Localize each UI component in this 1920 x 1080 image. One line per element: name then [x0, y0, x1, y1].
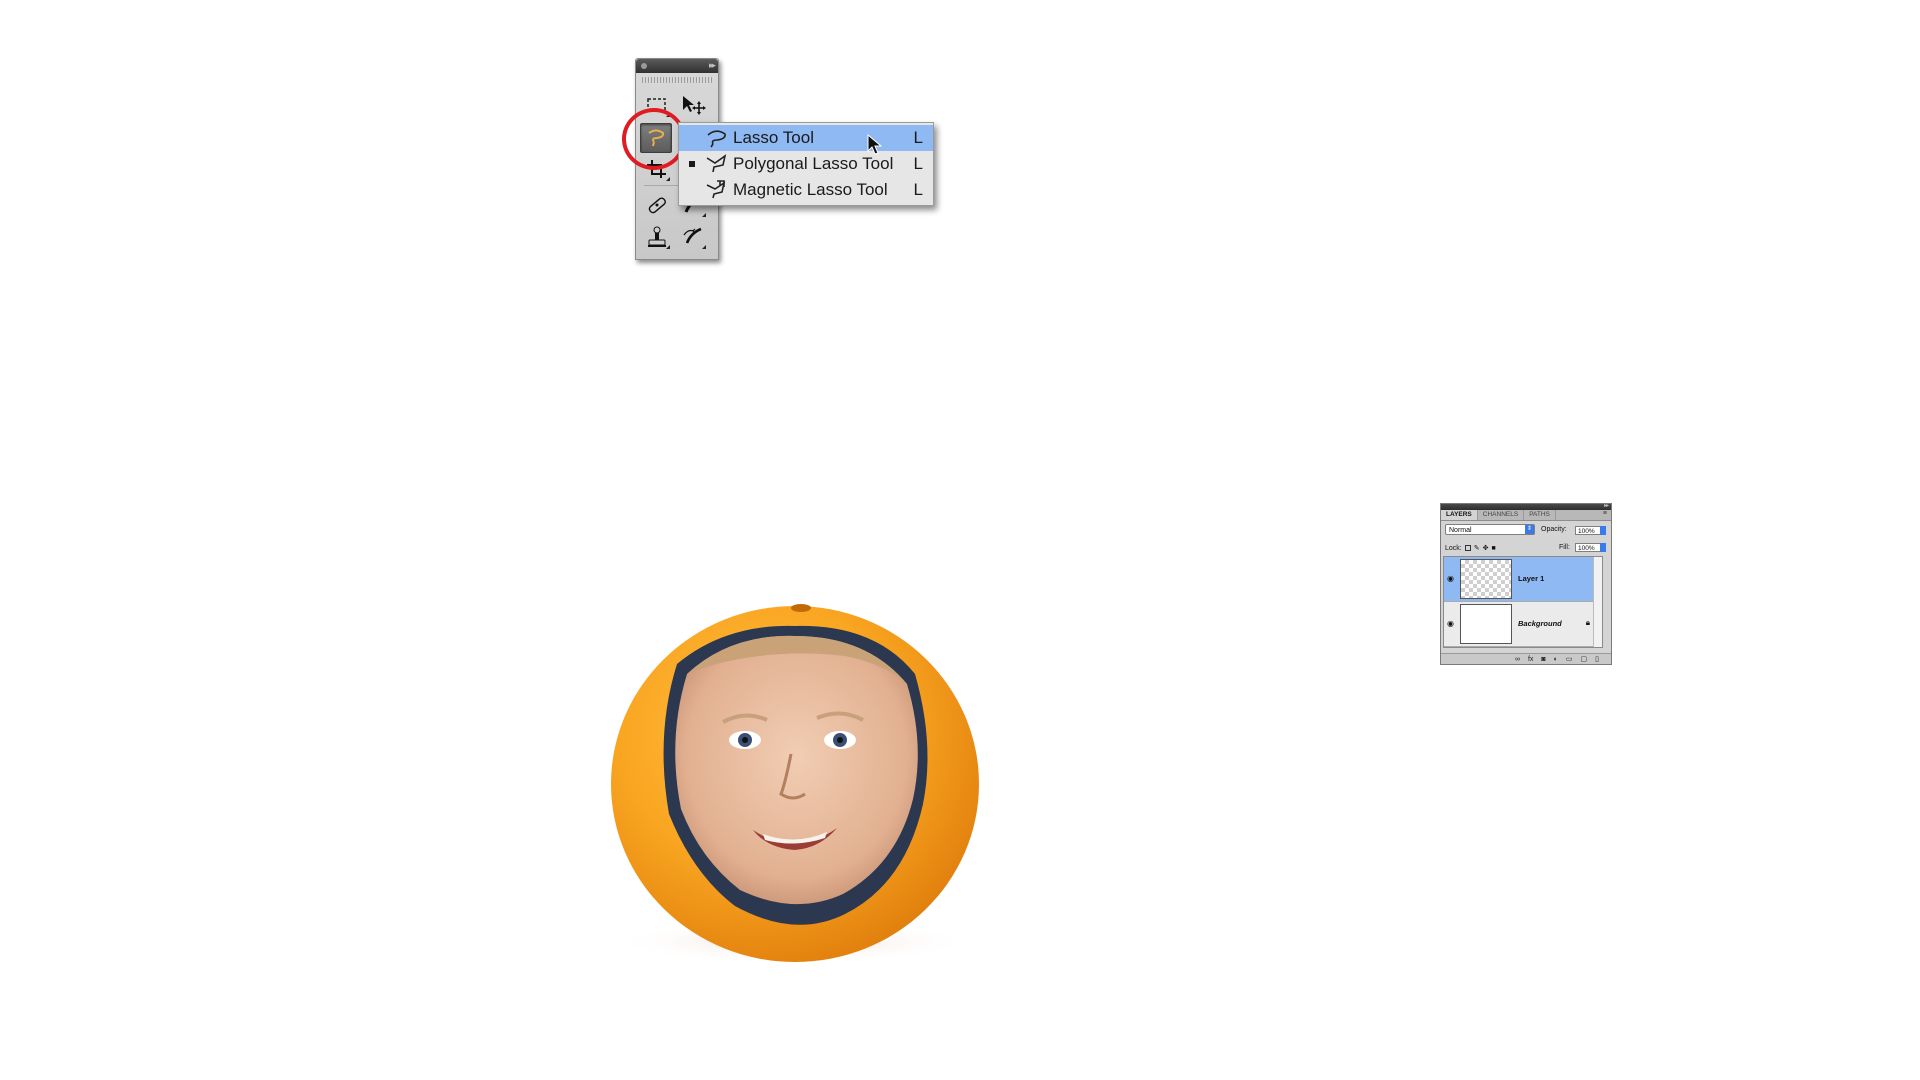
- tab-channels[interactable]: CHANNELS: [1478, 510, 1525, 520]
- submenu-indicator-icon: [702, 213, 706, 217]
- layer-thumbnail: [1460, 604, 1512, 644]
- submenu-indicator-icon: [666, 245, 670, 249]
- lock-row: Lock: ✎ ✥ ■: [1445, 544, 1496, 553]
- lock-all-icon[interactable]: ■: [1491, 545, 1495, 552]
- layers-panel-tabs: LAYERS CHANNELS PATHS ≡: [1441, 510, 1611, 521]
- opacity-value: 100%: [1578, 528, 1595, 535]
- lock-position-icon[interactable]: ✥: [1483, 544, 1489, 552]
- layers-panel-footer: ∞ fx ◙ ◐ ▭ ▢ ▯: [1441, 653, 1611, 664]
- new-group-icon[interactable]: ▭: [1566, 655, 1573, 663]
- opacity-label: Opacity:: [1541, 526, 1567, 533]
- menu-item-shortcut: L: [913, 128, 923, 147]
- layers-panel: ▸▸ LAYERS CHANNELS PATHS ≡ Normal ⇕ Opac…: [1440, 503, 1612, 665]
- layer-style-icon[interactable]: fx: [1528, 656, 1533, 663]
- opacity-slider-arrow-icon[interactable]: [1600, 526, 1606, 535]
- link-layers-icon[interactable]: ∞: [1515, 656, 1520, 663]
- menu-item-label: Magnetic Lasso Tool: [733, 180, 888, 199]
- submenu-indicator-icon: [666, 177, 670, 181]
- layer-row-background[interactable]: ◉ Background 🔒︎: [1444, 602, 1602, 647]
- layers-list: ◉ Layer 1 ◉ Background 🔒︎: [1443, 556, 1603, 648]
- menu-item-magnetic-lasso-tool[interactable]: Magnetic Lasso Tool L: [679, 177, 933, 203]
- polygonal-lasso-icon: [705, 154, 729, 179]
- collapse-panel-icon[interactable]: ▸▸: [1604, 502, 1609, 509]
- history-brush-tool-button[interactable]: [678, 223, 708, 251]
- opacity-field[interactable]: 100%: [1575, 526, 1606, 535]
- child-in-orange-peel-photo: [611, 604, 979, 964]
- lasso-tools-flyout-menu: Lasso Tool L Polygonal Lasso Tool L Magn…: [678, 122, 934, 206]
- fill-field[interactable]: 100%: [1575, 543, 1606, 552]
- fill-slider-arrow-icon[interactable]: [1600, 543, 1606, 552]
- move-tool-button[interactable]: [678, 91, 708, 119]
- tools-panel-titlebar[interactable]: ▸▸: [636, 59, 718, 73]
- lock-transparent-pixels-icon[interactable]: [1464, 545, 1471, 551]
- fill-value: 100%: [1578, 545, 1595, 552]
- layers-panel-titlebar[interactable]: ▸▸: [1441, 502, 1611, 510]
- lock-label: Lock:: [1445, 544, 1462, 552]
- healing-brush-tool-button[interactable]: [642, 191, 672, 219]
- new-layer-icon[interactable]: ▢: [1581, 655, 1588, 663]
- annotation-circle: [622, 108, 686, 170]
- adjustment-layer-icon[interactable]: ◐: [1554, 656, 1558, 663]
- lock-image-pixels-icon[interactable]: ✎: [1474, 544, 1480, 552]
- layers-scrollbar[interactable]: [1593, 557, 1602, 647]
- menu-item-lasso-tool[interactable]: Lasso Tool L: [679, 125, 933, 151]
- layer-thumbnail: [1460, 559, 1512, 599]
- layer-lock-icon: 🔒︎: [1585, 618, 1590, 627]
- menu-item-label: Lasso Tool: [733, 128, 814, 147]
- menu-item-shortcut: L: [913, 180, 923, 199]
- panel-grip[interactable]: [642, 77, 712, 83]
- clone-stamp-tool-button[interactable]: [642, 223, 672, 251]
- menu-item-polygonal-lasso-tool[interactable]: Polygonal Lasso Tool L: [679, 151, 933, 177]
- mouse-cursor-icon: [867, 134, 883, 155]
- layer-mask-icon[interactable]: ◙: [1541, 656, 1545, 663]
- blend-mode-select[interactable]: Normal ⇕: [1445, 524, 1535, 535]
- current-tool-marker: [689, 161, 695, 167]
- blend-mode-value: Normal: [1449, 527, 1472, 534]
- lasso-icon: [705, 128, 729, 153]
- panel-menu-icon[interactable]: ≡: [1603, 510, 1607, 520]
- visibility-eye-icon[interactable]: ◉: [1447, 619, 1454, 628]
- bandage-icon: [648, 197, 666, 214]
- visibility-eye-icon[interactable]: ◉: [1447, 574, 1454, 583]
- collapse-panel-icon[interactable]: ▸▸: [709, 60, 716, 71]
- tab-paths[interactable]: PATHS: [1524, 510, 1556, 520]
- layer-name: Background: [1518, 619, 1562, 628]
- layer-row-layer-1[interactable]: ◉ Layer 1: [1444, 557, 1602, 602]
- delete-layer-icon[interactable]: ▯: [1595, 655, 1599, 663]
- chevron-updown-icon: ⇕: [1525, 525, 1534, 534]
- magnetic-lasso-icon: [705, 180, 729, 205]
- fill-label: Fill:: [1559, 544, 1570, 551]
- tab-layers[interactable]: LAYERS: [1441, 510, 1478, 520]
- menu-item-shortcut: L: [913, 154, 923, 173]
- menu-item-label: Polygonal Lasso Tool: [733, 154, 894, 173]
- close-icon[interactable]: [641, 63, 647, 69]
- layer-name: Layer 1: [1518, 574, 1545, 583]
- move-icon: [683, 96, 706, 115]
- submenu-indicator-icon: [702, 245, 706, 249]
